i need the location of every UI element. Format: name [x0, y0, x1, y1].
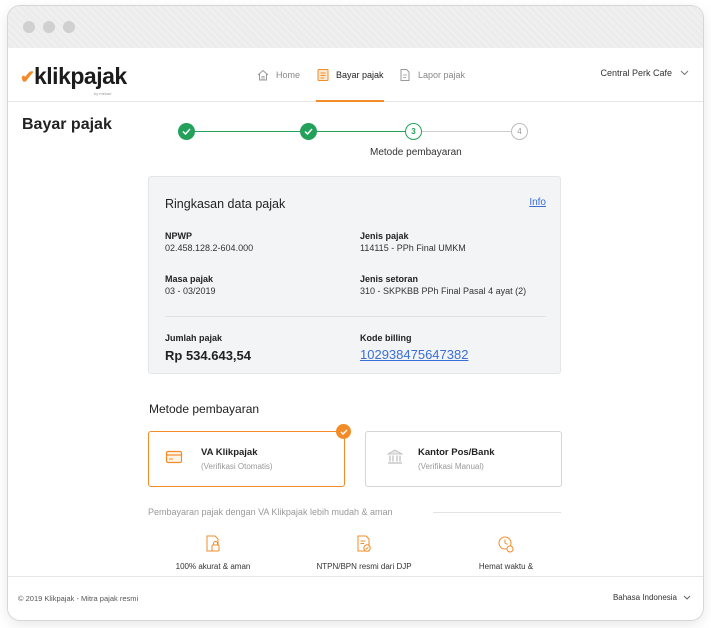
checkmark-icon: [340, 429, 347, 435]
tax-summary-card: Ringkasan data pajak Info NPWP 02.458.12…: [148, 176, 561, 374]
payment-method-title: Metode pembayaran: [149, 402, 260, 416]
step-3-current: 3: [405, 123, 422, 140]
chevron-down-icon: [680, 70, 689, 76]
summary-divider: [165, 316, 546, 317]
masa-pajak-label: Masa pajak: [165, 274, 214, 284]
home-icon: [257, 69, 269, 81]
step-connector: [195, 131, 300, 132]
jenis-pajak-value: 114115 - PPh Final UMKM: [360, 243, 466, 253]
page-title: Bayar pajak: [22, 116, 112, 133]
browser-window: ✔ klikpajak by mekari Home Bayar pajak L…: [8, 6, 703, 620]
feature-accurate-secure: 100% akurat & aman: [153, 534, 273, 571]
va-promo-text: Pembayaran pajak dengan VA Klikpajak leb…: [148, 507, 393, 517]
npwp-value: 02.458.128.2-604.000: [165, 243, 254, 253]
feature-official-ntpn: NTPN/BPN resmi dari DJP: [304, 534, 424, 571]
time-save-icon: [498, 536, 514, 553]
copyright-text: © 2019 Klikpajak - Mitra pajak resmi: [18, 594, 139, 603]
page-footer: © 2019 Klikpajak - Mitra pajak resmi Bah…: [8, 576, 703, 620]
maximize-window-dot[interactable]: [63, 21, 75, 33]
current-step-label: Metode pembayaran: [370, 147, 462, 158]
nav-item-bayar-pajak[interactable]: Bayar pajak: [316, 48, 384, 103]
method-option-kantor-pos-bank[interactable]: Kantor Pos/Bank (Verifikasi Manual): [365, 431, 562, 487]
nav-item-home[interactable]: Home: [256, 48, 300, 102]
step-4-pending: 4: [511, 123, 528, 140]
kode-billing-link[interactable]: 102938475647382: [360, 347, 468, 362]
promo-divider: [433, 512, 561, 513]
checkmark-icon: [182, 128, 191, 135]
window-titlebar: [8, 6, 703, 48]
bank-icon: [386, 449, 404, 464]
bill-icon: [317, 69, 329, 81]
summary-title: Ringkasan data pajak: [165, 197, 286, 211]
secure-doc-icon: [206, 535, 220, 552]
nav-item-lapor-pajak[interactable]: Lapor pajak: [398, 48, 465, 102]
company-switcher[interactable]: Central Perk Cafe: [600, 68, 689, 78]
jumlah-pajak-label: Jumlah pajak: [165, 333, 223, 343]
npwp-label: NPWP: [165, 231, 192, 241]
masa-pajak-value: 03 - 03/2019: [165, 286, 216, 296]
top-navbar: ✔ klikpajak by mekari Home Bayar pajak L…: [8, 48, 703, 103]
official-doc-icon: [357, 535, 371, 552]
card-icon: [165, 450, 183, 464]
report-icon: [400, 69, 410, 81]
jenis-pajak-label: Jenis pajak: [360, 231, 409, 241]
main-content: Bayar pajak 3 4 Metode pembayaran Ringka…: [8, 102, 703, 576]
method-option-va-klikpajak[interactable]: VA Klikpajak (Verifikasi Otomatis): [148, 424, 351, 487]
kode-billing-label: Kode billing: [360, 333, 412, 343]
minimize-window-dot[interactable]: [43, 21, 55, 33]
selected-check-badge: [336, 424, 351, 439]
language-selector[interactable]: Bahasa Indonesia: [613, 593, 691, 602]
info-link[interactable]: Info: [529, 197, 546, 208]
jenis-setoran-value: 310 - SKPKBB PPh Final Pasal 4 ayat (2): [360, 286, 527, 296]
jenis-setoran-label: Jenis setoran: [360, 274, 419, 284]
step-connector: [317, 131, 405, 132]
feature-time-saving: Hemat waktu &: [446, 534, 566, 571]
chevron-down-icon: [683, 595, 691, 600]
step-connector: [422, 131, 511, 132]
step-1-complete: [178, 123, 195, 140]
step-2-complete: [300, 123, 317, 140]
logo-check-icon: ✔: [20, 67, 36, 87]
close-window-dot[interactable]: [23, 21, 35, 33]
checkmark-icon: [304, 128, 313, 135]
progress-stepper: 3 4 Metode pembayaran: [178, 122, 538, 162]
jumlah-pajak-value: Rp 534.643,54: [165, 348, 252, 363]
